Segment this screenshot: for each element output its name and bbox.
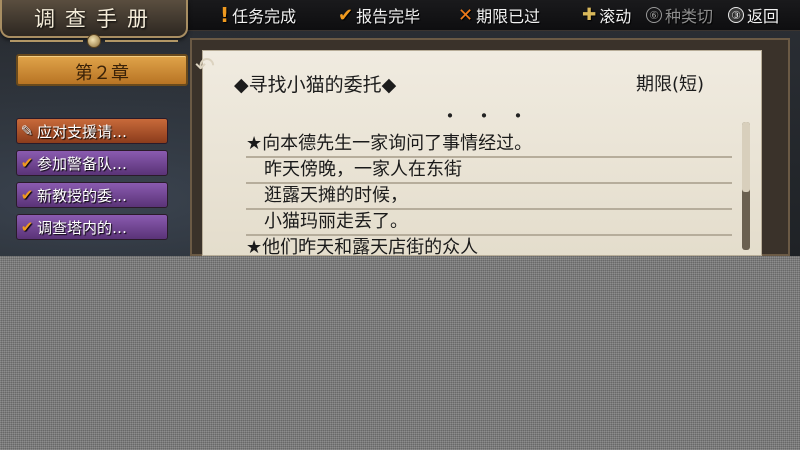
detail-line: 逛露天摊的时候， <box>246 184 732 210</box>
noise-overlay <box>0 256 800 450</box>
legend-task-complete-label: 任务完成 <box>232 7 297 26</box>
dpad-icon: ✚ <box>582 5 597 25</box>
detail-line: 昨天傍晚，一家人在东街 <box>246 158 732 184</box>
quest-item-4[interactable]: ✔ 调查塔内的… <box>16 214 168 240</box>
legend-report-done-label: 报告完毕 <box>356 7 421 26</box>
notebook-header: 调查手册 <box>0 0 188 38</box>
legend-scroll-label: 滚动 <box>599 7 632 26</box>
cross-icon: ✕ <box>458 4 474 26</box>
quest-deadline: 期限(短) <box>636 74 705 95</box>
legend-switch-category[interactable]: ⑥ 种类切 <box>646 4 713 26</box>
quest-item-label: 参加警备队… <box>37 154 128 173</box>
check-icon: ✔ <box>338 4 354 26</box>
notebook-title: 调查手册 <box>34 7 158 31</box>
chapter-tab[interactable]: 第２章 <box>16 54 188 86</box>
pencil-icon: ✎ <box>20 122 34 140</box>
button-3-icon: ③ <box>728 7 744 23</box>
button-6-icon: ⑥ <box>646 7 662 23</box>
legend-switch-category-label: 种类切 <box>665 7 714 26</box>
quest-item-1[interactable]: ✎ 应对支援请… <box>16 118 168 144</box>
legend-scroll[interactable]: ✚ 滚动 <box>582 4 631 26</box>
exclamation-icon: ! <box>220 3 230 27</box>
chapter-label: 第２章 <box>75 63 129 84</box>
detail-line: ★向本德先生一家询问了事情经过。 <box>246 132 732 158</box>
header-ornament <box>6 34 182 48</box>
legend-deadline-passed-label: 期限已过 <box>476 7 541 26</box>
legend-back-label: 返回 <box>747 7 780 26</box>
legend-report-done: ✔ 报告完毕 <box>338 4 421 27</box>
quest-item-label: 调查塔内的… <box>37 218 128 237</box>
legend-task-complete: ! 任务完成 <box>220 3 297 27</box>
quest-item-3[interactable]: ✔ 新教授的委… <box>16 182 168 208</box>
quest-item-label: 新教授的委… <box>37 186 128 205</box>
legend-back[interactable]: ③ 返回 <box>728 4 779 26</box>
ornament-line-right <box>105 40 178 42</box>
check-icon: ✔ <box>20 218 34 236</box>
detail-line: 小猫玛丽走丢了。 <box>246 210 732 236</box>
quest-item-2[interactable]: ✔ 参加警备队… <box>16 150 168 176</box>
separator-dots: ・・・ <box>440 104 542 128</box>
investigation-notebook-screen: ! 任务完成 ✔ 报告完毕 ✕ 期限已过 ✚ 滚动 ⑥ 种类切 ③ 返回 调查手… <box>0 0 800 450</box>
check-icon: ✔ <box>20 186 34 204</box>
scroll-curl-icon: ↶ <box>194 52 216 80</box>
check-icon: ✔ <box>20 154 34 172</box>
detail-scroll-thumb[interactable] <box>742 122 750 192</box>
ornament-line-left <box>10 40 83 42</box>
legend-deadline-passed: ✕ 期限已过 <box>458 4 541 27</box>
ornament-gem-icon <box>87 34 101 48</box>
quest-item-label: 应对支援请… <box>37 122 128 141</box>
quest-detail-title: ◆寻找小猫的委托◆ <box>234 74 397 96</box>
